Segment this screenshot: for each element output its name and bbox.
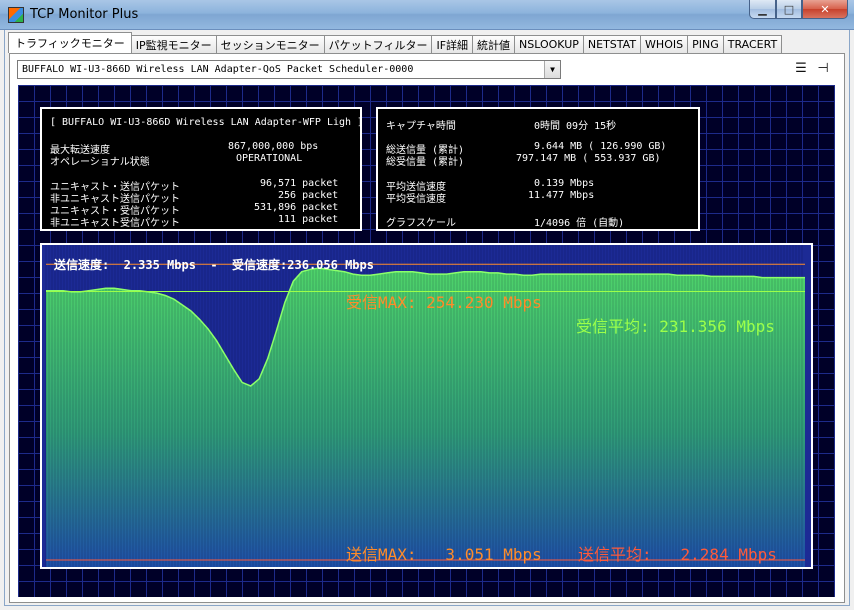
- capture-info-panel: キャプチャ時間 0時間 09分 15秒 総送信量 (累計) 9.644 MB (…: [376, 107, 700, 231]
- app-icon: [8, 7, 24, 23]
- total-recv-label: 総受信量 (累計): [386, 157, 465, 168]
- tab-whois[interactable]: WHOIS: [640, 35, 689, 53]
- avg-recv-label: 平均受信速度: [386, 194, 446, 205]
- tab-traffic-monitor[interactable]: トラフィックモニター: [8, 32, 132, 53]
- total-recv-value: 797.147 MB ( 553.937 GB): [516, 153, 661, 164]
- speed-readout: 送信速度: 2.335 Mbps - 受信速度:236.056 Mbps: [54, 258, 374, 272]
- adapter-info-panel: [ BUFFALO WI-U3-866D Wireless LAN Adapte…: [40, 107, 364, 231]
- op-status-label: オペレーショナル状態: [50, 157, 150, 168]
- send-max-label: 送信MAX: 3.051 Mbps: [346, 545, 542, 564]
- tab-netstat[interactable]: NETSTAT: [582, 35, 642, 53]
- tab-statistics[interactable]: 統計値: [472, 35, 516, 53]
- tab-ping[interactable]: PING: [687, 35, 724, 53]
- uni-send-value: 96,571 packet: [260, 178, 339, 189]
- tab-if-details[interactable]: IF詳細: [431, 35, 474, 53]
- op-status-value: OPERATIONAL: [236, 153, 303, 164]
- tab-strip: トラフィックモニター IP監視モニター セッションモニター パケットフィルター …: [8, 32, 783, 53]
- window-title: TCP Monitor Plus: [30, 7, 139, 22]
- capture-time-value: 0時間 09分 15秒: [534, 121, 617, 132]
- maximize-button[interactable]: □: [776, 0, 802, 19]
- minimize-button[interactable]: ▁: [749, 0, 776, 19]
- title-bar: TCP Monitor Plus ▁ □ ✕: [0, 0, 854, 30]
- adapter-select-value: BUFFALO WI-U3-866D Wireless LAN Adapter-…: [22, 64, 414, 75]
- max-speed-value: 867,000,000 bps: [228, 141, 319, 152]
- tab-packet-filter[interactable]: パケットフィルター: [323, 35, 433, 53]
- avg-send-value: 0.139 Mbps: [534, 178, 595, 189]
- uni-recv-value: 531,896 packet: [254, 202, 339, 213]
- recv-max-label: 受信MAX: 254.230 Mbps: [346, 293, 542, 312]
- nonuni-send-value: 256 packet: [278, 190, 339, 201]
- tab-nslookup[interactable]: NSLOOKUP: [514, 35, 584, 53]
- nonuni-recv-value: 111 packet: [278, 214, 339, 225]
- traffic-graph: 送信速度: 2.335 Mbps - 受信速度:236.056 Mbps 受信M…: [40, 243, 813, 569]
- recv-avg-label: 受信平均: 231.356 Mbps: [576, 317, 775, 336]
- window-controls: ▁ □ ✕: [749, 0, 848, 20]
- graph-scale-label: グラフスケール: [386, 218, 456, 229]
- tab-ip-monitor[interactable]: IP監視モニター: [130, 35, 217, 53]
- adapter-header: [ BUFFALO WI-U3-866D Wireless LAN Adapte…: [50, 117, 364, 128]
- close-button[interactable]: ✕: [802, 0, 848, 19]
- nonuni-recv-label: 非ユニキャスト受信パケット: [50, 218, 180, 229]
- capture-time-label: キャプチャ時間: [386, 121, 456, 132]
- adapter-select[interactable]: BUFFALO WI-U3-866D Wireless LAN Adapter-…: [17, 60, 561, 79]
- list-icon[interactable]: ☰: [793, 61, 809, 77]
- pin-icon[interactable]: ⊣: [815, 61, 831, 77]
- send-avg-label: 送信平均: 2.284 Mbps: [578, 545, 777, 564]
- tab-session-monitor[interactable]: セッションモニター: [215, 35, 325, 53]
- tab-tracert[interactable]: TRACERT: [722, 35, 783, 53]
- chevron-down-icon[interactable]: ▼: [544, 61, 560, 78]
- total-sent-value: 9.644 MB ( 126.990 GB): [534, 141, 667, 152]
- graph-scale-value: 1/4096 倍 (自動): [534, 218, 625, 229]
- avg-recv-value: 11.477 Mbps: [528, 190, 595, 201]
